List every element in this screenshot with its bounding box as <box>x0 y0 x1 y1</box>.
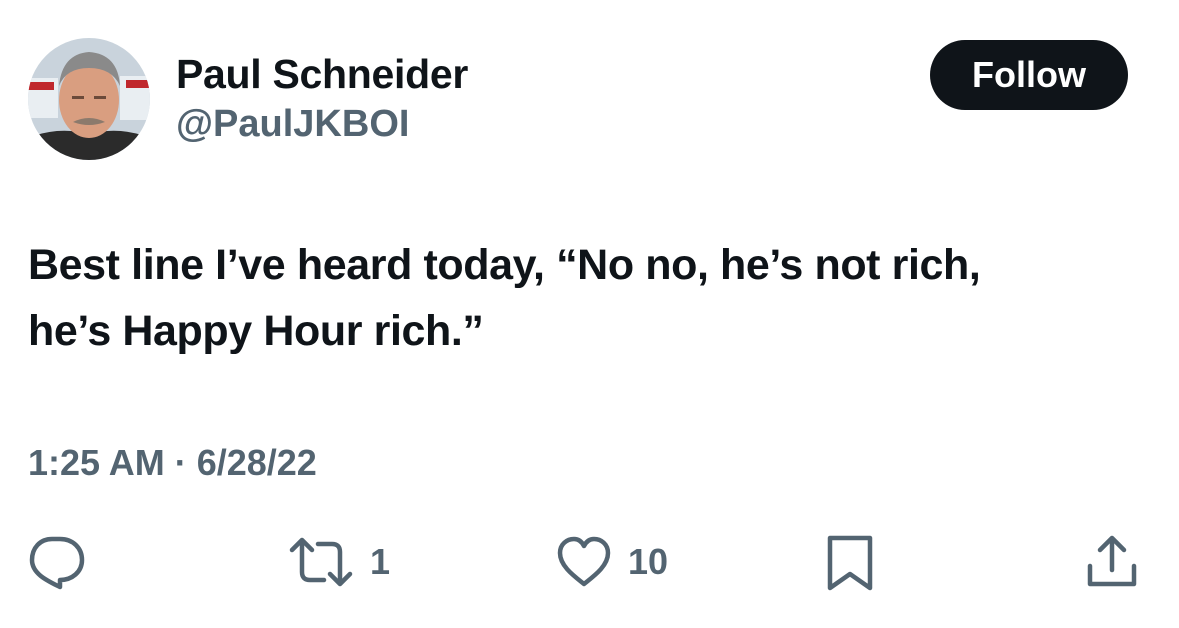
follow-button[interactable]: Follow <box>930 40 1128 110</box>
bookmark-icon <box>827 535 873 591</box>
avatar-photo <box>28 38 150 160</box>
reply-button[interactable] <box>26 532 86 592</box>
author-handle[interactable]: @PaulJKBOI <box>176 100 409 148</box>
heart-icon <box>557 536 611 587</box>
reply-icon <box>29 536 85 590</box>
tweet-text: Best line I’ve heard today, “No no, he’s… <box>28 232 1158 364</box>
like-button[interactable]: 10 <box>554 532 668 592</box>
avatar[interactable] <box>28 38 150 160</box>
share-button[interactable] <box>1082 532 1142 592</box>
retweet-icon <box>289 537 353 587</box>
author-display-name[interactable]: Paul Schneider <box>176 48 468 100</box>
retweet-count: 1 <box>370 541 391 582</box>
tweet-text-line-2: he’s Happy Hour rich.” <box>28 307 484 355</box>
bookmark-button[interactable] <box>822 532 878 592</box>
retweet-button[interactable]: 1 <box>286 532 390 592</box>
share-icon <box>1087 535 1137 587</box>
like-count: 10 <box>628 541 669 582</box>
tweet-text-line-1: Best line I’ve heard today, “No no, he’s… <box>28 241 981 289</box>
tweet-timestamp[interactable]: 1:25 AM · 6/28/22 <box>28 440 317 486</box>
